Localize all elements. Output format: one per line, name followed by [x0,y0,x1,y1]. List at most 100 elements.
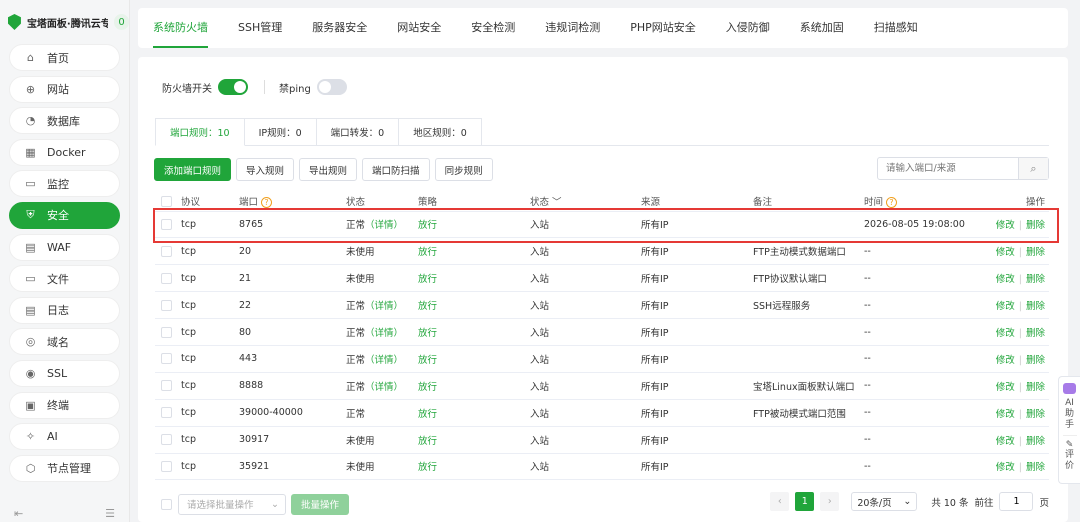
detail-link[interactable]: （详情） [365,382,403,393]
col-direction[interactable]: 状态 ﹀ [530,192,641,212]
firewall-toggle[interactable] [218,79,248,95]
cell-note [753,318,864,346]
cell-port: 30917 [239,426,346,454]
edit-link[interactable]: 修改 [996,382,1015,393]
row-checkbox[interactable] [155,345,181,373]
row-checkbox[interactable] [155,291,181,320]
subtab-3[interactable]: 地区规则：0 [399,118,482,146]
port-scan-protect-button[interactable]: 端口防扫描 [362,158,430,181]
subtab-2[interactable]: 端口转发：0 [316,118,400,146]
sidebar-item-2[interactable]: ◔ 数据库 [9,107,120,135]
sidebar-nav: ⌂ 首页 ⊕ 网站 ◔ 数据库 ▦ Docker ▭ 监控 ⛨ 安全 ▤ WAF ▭ 文件 ▤ 日志 ◎ 域名 ◉ SSL… [0,44,129,482]
tab-8[interactable]: 系统加固 [800,8,844,48]
cell-port: 35921 [239,453,346,481]
tab-0[interactable]: 系统防火墙 [153,8,208,48]
detail-link[interactable]: （详情） [365,355,403,366]
batch-button[interactable]: 批量操作 [291,493,350,515]
menu-icon[interactable]: ☰ [105,507,115,520]
import-rules-button[interactable]: 导入规则 [236,158,295,181]
collapse-icon[interactable]: ⇤ [14,507,23,520]
sync-rules-button[interactable]: 同步规则 [434,158,493,181]
sidebar-item-13[interactable]: ⬡ 节点管理 [9,454,120,482]
subtab-0[interactable]: 端口规则：10 [155,118,245,146]
help-icon[interactable]: ? [886,197,898,209]
row-checkbox[interactable] [155,399,181,427]
cell-ops: 修改 | 删除 [985,399,1049,427]
delete-link[interactable]: 删除 [1026,220,1045,231]
export-rules-button[interactable]: 导出规则 [299,158,358,181]
add-port-rule-button[interactable]: 添加端口规则 [154,158,232,181]
sidebar-item-7[interactable]: ▭ 文件 [9,265,120,293]
goto-page-input[interactable] [999,492,1034,511]
sidebar-item-11[interactable]: ▣ 终端 [9,391,120,419]
prev-page-icon[interactable]: ‹ [770,492,790,511]
edit-link[interactable]: 修改 [996,301,1015,312]
edit-link[interactable]: 修改 [996,328,1015,339]
row-checkbox[interactable] [155,318,181,346]
delete-link[interactable]: 删除 [1026,436,1045,447]
sidebar-item-0[interactable]: ⌂ 首页 [9,44,120,71]
ai-assistant-label[interactable]: AI助手 [1065,398,1075,431]
edit-link[interactable]: 修改 [996,462,1015,473]
tab-5[interactable]: 违规词检测 [545,8,600,48]
row-checkbox[interactable] [155,453,181,481]
row-checkbox[interactable] [155,372,181,400]
sidebar-item-6[interactable]: ▤ WAF [9,233,120,261]
batch-select[interactable]: 请选择批量操作 ⌄ [178,493,286,515]
detail-link[interactable]: （详情） [365,328,403,339]
footer-select-checkbox[interactable] [161,498,172,510]
notification-badge[interactable]: 0 [114,14,129,30]
cell-direction: 入站 [530,453,641,481]
sidebar-item-label: 首页 [47,51,69,65]
edit-link[interactable]: 修改 [996,436,1015,447]
tab-6[interactable]: PHP网站安全 [630,8,696,48]
sidebar-item-5[interactable]: ⛨ 安全 [9,201,120,229]
delete-link[interactable]: 删除 [1026,274,1045,285]
edit-link[interactable]: 修改 [996,274,1015,285]
sidebar-item-9[interactable]: ◎ 域名 [9,328,120,356]
page-number[interactable]: 1 [795,492,815,511]
tab-4[interactable]: 安全检测 [471,8,515,48]
delete-link[interactable]: 删除 [1026,355,1045,366]
help-icon[interactable]: ? [261,197,273,209]
detail-link[interactable]: （详情） [365,301,403,312]
detail-link[interactable]: （详情） [365,220,403,231]
next-page-icon[interactable]: › [820,492,840,511]
tab-3[interactable]: 网站安全 [397,8,441,48]
delete-link[interactable]: 删除 [1026,409,1045,420]
sidebar-item-12[interactable]: ✧ AI [9,423,120,451]
tab-2[interactable]: 服务器安全 [312,8,367,48]
delete-link[interactable]: 删除 [1026,328,1045,339]
row-checkbox[interactable] [155,426,181,454]
select-all-checkbox[interactable] [155,192,181,212]
sidebar-item-10[interactable]: ◉ SSL [9,359,120,387]
delete-link[interactable]: 删除 [1026,462,1045,473]
review-label[interactable]: 评价 [1065,450,1075,472]
ai-assistant-icon[interactable] [1063,383,1076,394]
edit-link[interactable]: 修改 [996,355,1015,366]
edit-link[interactable]: 修改 [996,247,1015,258]
page-size-select[interactable]: 20条/页 ⌄ [851,492,918,511]
tab-9[interactable]: 扫描感知 [874,8,918,48]
row-checkbox[interactable] [155,237,181,266]
sidebar-item-8[interactable]: ▤ 日志 [9,296,120,324]
row-checkbox[interactable] [155,211,181,239]
edit-link[interactable]: 修改 [996,409,1015,420]
sidebar-item-4[interactable]: ▭ 监控 [9,170,120,198]
sidebar-item-1[interactable]: ⊕ 网站 [9,75,120,103]
search-icon[interactable]: ⌕ [1018,158,1048,179]
cell-ops: 修改 | 删除 [985,453,1049,481]
ping-toggle[interactable] [316,79,347,95]
delete-link[interactable]: 删除 [1026,382,1045,393]
sidebar-item-3[interactable]: ▦ Docker [9,138,120,166]
search-input[interactable] [878,158,1018,179]
delete-link[interactable]: 删除 [1026,301,1045,312]
row-checkbox[interactable] [155,264,181,293]
delete-link[interactable]: 删除 [1026,247,1045,258]
tab-1[interactable]: SSH管理 [238,8,282,48]
tab-7[interactable]: 入侵防御 [726,8,770,48]
col-port[interactable]: 端口? [239,192,346,212]
edit-icon[interactable]: ✎ [1066,440,1074,450]
subtab-1[interactable]: IP规则：0 [244,118,317,146]
edit-link[interactable]: 修改 [996,220,1015,231]
